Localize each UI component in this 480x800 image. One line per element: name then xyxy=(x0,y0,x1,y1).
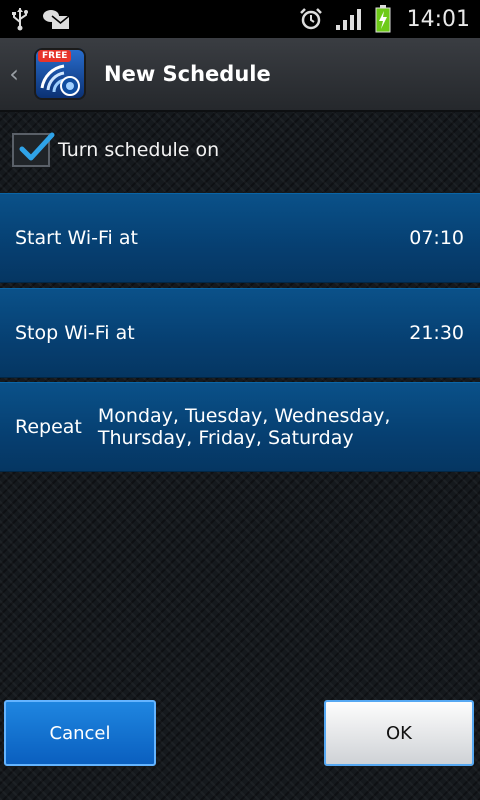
stop-wifi-row[interactable]: Stop Wi-Fi at 21:30 xyxy=(0,288,480,378)
status-bar-right: 14:01 xyxy=(299,5,470,33)
status-bar: 14:01 xyxy=(0,0,480,38)
start-wifi-label: Start Wi-Fi at xyxy=(15,227,138,249)
usb-icon xyxy=(10,7,30,31)
schedule-toggle-label: Turn schedule on xyxy=(58,139,220,161)
back-chevron-icon[interactable]: ‹ xyxy=(2,60,26,88)
ok-button[interactable]: OK xyxy=(324,700,474,766)
app-icon[interactable]: FREE xyxy=(34,48,86,100)
repeat-row[interactable]: Repeat Monday, Tuesday, Wednesday, Thurs… xyxy=(0,382,480,472)
page-title: New Schedule xyxy=(104,62,271,86)
alarm-icon xyxy=(299,7,323,31)
cancel-button[interactable]: Cancel xyxy=(4,700,156,766)
schedule-toggle-row[interactable]: Turn schedule on xyxy=(0,110,480,190)
status-bar-left xyxy=(10,7,70,31)
repeat-days: Monday, Tuesday, Wednesday, Thursday, Fr… xyxy=(97,405,391,449)
battery-charging-icon xyxy=(375,5,391,33)
mail-notification-icon xyxy=(42,8,70,30)
signal-icon xyxy=(335,7,363,31)
schedule-checkbox[interactable] xyxy=(12,132,55,167)
start-wifi-row[interactable]: Start Wi-Fi at 07:10 xyxy=(0,193,480,283)
repeat-label: Repeat xyxy=(15,416,82,438)
checkmark-icon xyxy=(19,132,55,161)
stop-wifi-label: Stop Wi-Fi at xyxy=(15,322,135,344)
free-badge: FREE xyxy=(38,50,72,62)
stop-wifi-time: 21:30 xyxy=(409,322,464,344)
title-bar: ‹ FREE New Schedule xyxy=(0,38,480,112)
status-clock: 14:01 xyxy=(406,6,470,32)
start-wifi-time: 07:10 xyxy=(409,227,464,249)
